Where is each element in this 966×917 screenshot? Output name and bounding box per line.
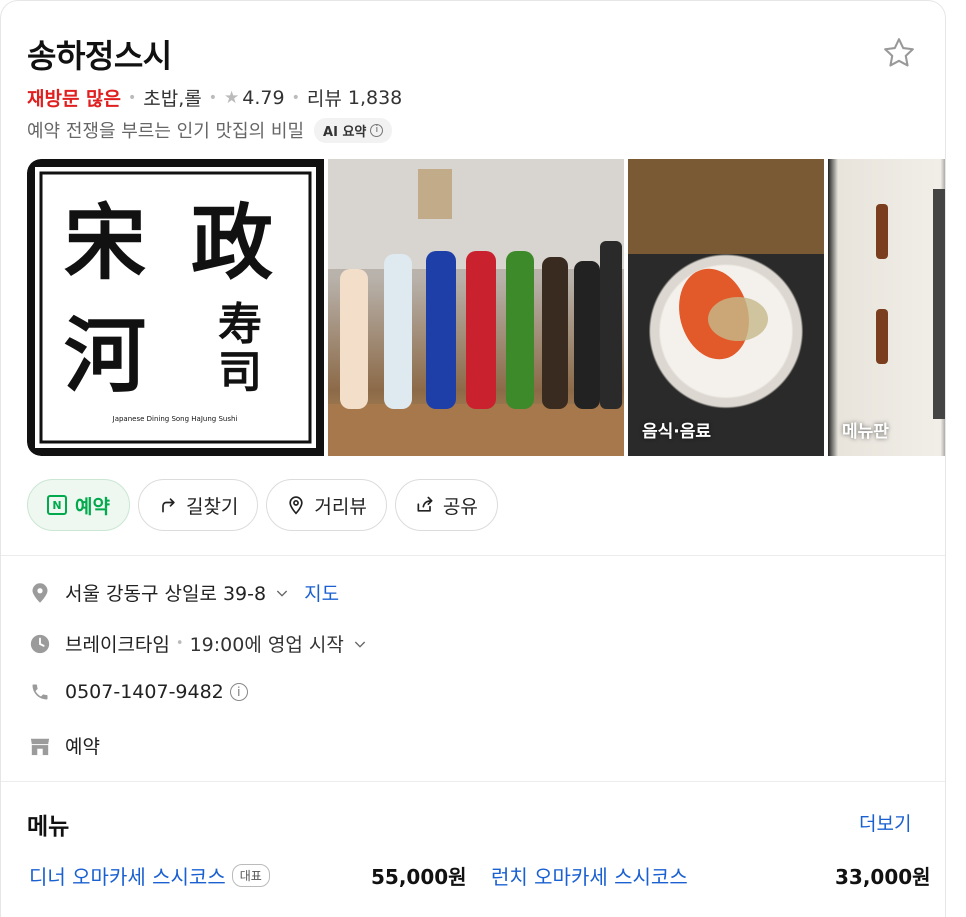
logo-char-1: 宋 — [64, 195, 146, 291]
ai-summary-text: 예약 전쟁을 부르는 인기 맛집의 비밀 — [27, 121, 305, 142]
menu-item-price: 33,000원 — [835, 865, 931, 889]
menu-item[interactable]: 디너 오마카세 스시코스 대표 — [29, 861, 270, 890]
photo-food[interactable]: 음식·음료 — [628, 159, 824, 456]
chevron-down-icon — [276, 590, 288, 597]
ai-summary-badge[interactable]: AI 요약 i — [314, 117, 393, 143]
menu-item-name[interactable]: 런치 오마카세 스시코스 — [491, 861, 688, 890]
share-button[interactable]: 공유 — [394, 479, 498, 531]
logo-char-2: 政 — [191, 195, 273, 291]
menu-item-price: 55,000원 — [371, 865, 467, 889]
share-icon — [417, 496, 433, 512]
place-title[interactable]: 송하정스시 — [27, 31, 172, 77]
photo-label-food: 음식·음료 — [642, 422, 712, 442]
place-meta: 재방문 많은 • 초밥,롤 • ★ 4.79 • 리뷰 1,838 — [27, 84, 402, 111]
amenity-text: 예약 — [65, 736, 100, 758]
divider — [1, 555, 945, 556]
directions-arrow-icon — [162, 498, 175, 513]
logo-char-4: 寿 — [218, 299, 262, 350]
status-text: 브레이크타임 — [65, 634, 170, 656]
review-label[interactable]: 리뷰 — [307, 84, 342, 111]
food-dish-image — [628, 159, 824, 360]
category: 초밥,롤 — [143, 88, 202, 110]
logo-char-5: 司 — [218, 347, 262, 398]
location-pin-icon — [289, 496, 304, 515]
revisit-badge: 재방문 많은 — [27, 88, 122, 110]
streetview-button[interactable]: 거리뷰 — [266, 479, 387, 531]
reserve-button[interactable]: N 예약 — [27, 479, 130, 531]
divider — [1, 781, 945, 782]
amenity-row: 예약 — [29, 732, 100, 759]
restaurant-logo-image: 宋 政 河 寿 司 Japanese Dining Song HaJung Su… — [27, 159, 324, 456]
menu-heading: 메뉴 — [27, 814, 70, 840]
address-text: 서울 강동구 상일로 39-8 — [65, 583, 267, 605]
store-icon — [29, 735, 51, 757]
photo-label-menu: 메뉴판 — [842, 422, 889, 442]
menuboard-image — [876, 189, 945, 419]
clock-icon — [29, 633, 51, 655]
action-buttons: N 예약 길찾기 거리뷰 공유 — [27, 479, 498, 531]
phone-text[interactable]: 0507-1407-9482 — [65, 681, 224, 703]
hours-row[interactable]: 브레이크타임 • 19:00에 영업 시작 — [29, 630, 368, 657]
photo-logo[interactable]: 宋 政 河 寿 司 Japanese Dining Song HaJung Su… — [27, 159, 324, 456]
signature-badge: 대표 — [231, 864, 270, 887]
rating-star-icon: ★ — [224, 87, 240, 108]
menu-item[interactable]: 런치 오마카세 스시코스 — [491, 861, 688, 890]
rating: 4.79 — [242, 86, 285, 109]
info-icon[interactable]: i — [229, 683, 248, 701]
address-row[interactable]: 서울 강동구 상일로 39-8 지도 — [29, 579, 339, 606]
sake-bottles-image — [328, 159, 624, 456]
phone-icon — [29, 681, 51, 703]
info-icon: i — [370, 123, 384, 137]
ai-summary-row[interactable]: 예약 전쟁을 부르는 인기 맛집의 비밀 AI 요약 i — [27, 117, 393, 143]
status-detail: 19:00에 영업 시작 — [189, 634, 344, 656]
favorite-star-icon[interactable] — [881, 35, 917, 71]
menu-more-link[interactable]: 더보기 — [859, 809, 911, 836]
photo-strip: 宋 政 河 寿 司 Japanese Dining Song HaJung Su… — [27, 159, 945, 456]
naver-reserve-icon: N — [47, 495, 67, 515]
logo-subtitle: Japanese Dining Song HaJung Sushi — [112, 415, 238, 423]
chevron-down-icon — [354, 641, 365, 648]
directions-button[interactable]: 길찾기 — [137, 479, 259, 531]
map-link[interactable]: 지도 — [304, 579, 339, 606]
logo-char-3: 河 — [64, 308, 146, 404]
map-pin-icon — [29, 582, 51, 604]
photo-menuboard[interactable]: 메뉴판 — [828, 159, 945, 456]
menu-item-name[interactable]: 디너 오마카세 스시코스 — [29, 861, 226, 890]
review-count[interactable]: 1,838 — [348, 87, 402, 109]
photo-sake-bottles[interactable] — [328, 159, 624, 456]
phone-row[interactable]: 0507-1407-9482 i — [29, 681, 248, 703]
place-card: 송하정스시 재방문 많은 • 초밥,롤 • ★ 4.79 • 리뷰 1,838 … — [0, 0, 946, 917]
